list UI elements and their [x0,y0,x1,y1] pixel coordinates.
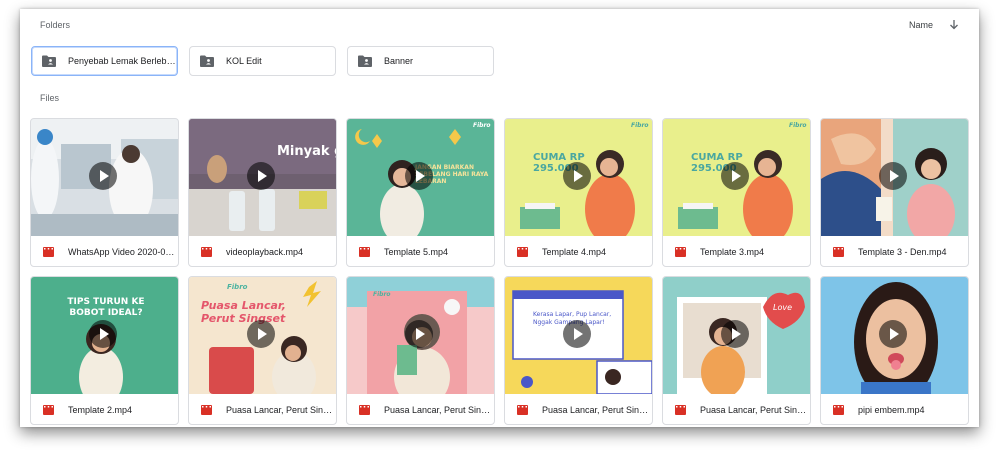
play-icon[interactable] [247,320,275,348]
sort-label[interactable]: Name [909,20,933,30]
thumbnail-caption: Minyak g [277,144,336,159]
brand-logo: Fibro [789,122,807,129]
video-file-icon [675,404,686,415]
shared-folder-icon [358,55,372,67]
file-name: pipi embem.mp4 [858,404,925,415]
brand-logo: Fibro [631,122,649,129]
file-name: Puasa Lancar, Perut Sings... [384,404,492,415]
folders-section-label: Folders [40,20,71,30]
file-name: Template 4.mp4 [542,246,607,257]
file-card[interactable]: Template 3 - Den.mp4 [820,118,969,267]
video-thumbnail [821,119,968,236]
video-file-icon [43,404,54,415]
video-thumbnail: Minyak g [189,119,336,236]
file-name: videoplayback.mp4 [226,246,304,257]
play-icon[interactable] [405,320,433,348]
play-icon[interactable] [721,320,749,348]
folder-item[interactable]: Banner [347,46,494,76]
file-card[interactable]: CUMA RP 295.000 Fibro Template 4.mp4 [504,118,653,267]
file-card[interactable]: Love Puasa Lancar, Perut Sings... [662,276,811,425]
shared-folder-icon [200,55,214,67]
file-card[interactable]: CUMA RP 295.000 Fibro Template 3.mp4 [662,118,811,267]
play-icon[interactable] [721,162,749,190]
video-thumbnail [821,277,968,394]
video-file-icon [359,404,370,415]
thumbnail-caption: Love [773,303,793,312]
play-icon[interactable] [89,320,117,348]
video-file-icon [517,404,528,415]
video-file-icon [833,246,844,257]
file-name: Puasa Lancar, Perut Sings... [226,404,334,415]
play-icon[interactable] [563,320,591,348]
video-file-icon [675,246,686,257]
folder-item[interactable]: KOL Edit [189,46,336,76]
folder-name: Banner [384,56,414,66]
file-name: Template 2.mp4 [68,404,133,415]
video-file-icon [833,404,844,415]
video-thumbnail: JANGAN BIARKAN SEBELANG HARI RAYA LEBARA… [347,119,494,236]
video-thumbnail: CUMA RP 295.000 Fibro [505,119,652,236]
play-icon[interactable] [405,162,433,190]
video-thumbnail: Love [663,277,810,394]
play-icon[interactable] [89,162,117,190]
file-name: Template 5.mp4 [384,246,449,257]
brand-logo: Fibro [227,283,248,291]
file-card[interactable]: WhatsApp Video 2020-04... [30,118,179,267]
file-name: Puasa Lancar, Perut Sings... [700,404,808,415]
video-thumbnail: Kerasa Lapar, Pup Lancar, Nggak Gampang … [505,277,652,394]
folder-item[interactable]: Penyebab Lemak Berlebih... [31,46,178,76]
video-file-icon [201,246,212,257]
file-card[interactable]: JANGAN BIARKAN SEBELANG HARI RAYA LEBARA… [346,118,495,267]
file-card[interactable]: Fibro Puasa Lancar, Perut Sings... [346,276,495,425]
video-thumbnail: CUMA RP 295.000 Fibro [663,119,810,236]
file-card[interactable]: pipi embem.mp4 [820,276,969,425]
file-card[interactable]: Puasa Lancar, Perut Singset Fibro Puasa … [188,276,337,425]
video-thumbnail: Puasa Lancar, Perut Singset Fibro [189,277,336,394]
video-file-icon [359,246,370,257]
folder-name: Penyebab Lemak Berlebih... [68,56,177,66]
file-card[interactable]: Kerasa Lapar, Pup Lancar, Nggak Gampang … [504,276,653,425]
play-icon[interactable] [879,162,907,190]
folder-name: KOL Edit [226,56,262,66]
video-thumbnail: Fibro [347,277,494,394]
file-name: Puasa Lancar, Perut Sings... [542,404,650,415]
video-file-icon [43,246,54,257]
shared-folder-icon [42,55,56,67]
file-name: WhatsApp Video 2020-04... [68,246,176,257]
video-file-icon [201,404,212,415]
files-section-label: Files [40,93,60,103]
brand-logo: Fibro [473,122,491,129]
file-name: Template 3.mp4 [700,246,765,257]
arrow-down-icon[interactable] [949,19,959,30]
video-thumbnail [31,119,178,236]
video-thumbnail: TIPS TURUN KE BOBOT IDEAL? [31,277,178,394]
file-card[interactable]: TIPS TURUN KE BOBOT IDEAL? Template 2.mp… [30,276,179,425]
play-icon[interactable] [879,320,907,348]
play-icon[interactable] [563,162,591,190]
play-icon[interactable] [247,162,275,190]
sort-control[interactable]: Name [909,19,959,30]
file-card[interactable]: Minyak g videoplayback.mp4 [188,118,337,267]
brand-logo: Fibro [373,291,391,298]
drive-window: Folders Name Penyebab Lemak Berlebih... … [20,9,979,427]
file-name: Template 3 - Den.mp4 [858,246,947,257]
video-file-icon [517,246,528,257]
thumbnail-caption: TIPS TURUN KE BOBOT IDEAL? [67,297,145,318]
